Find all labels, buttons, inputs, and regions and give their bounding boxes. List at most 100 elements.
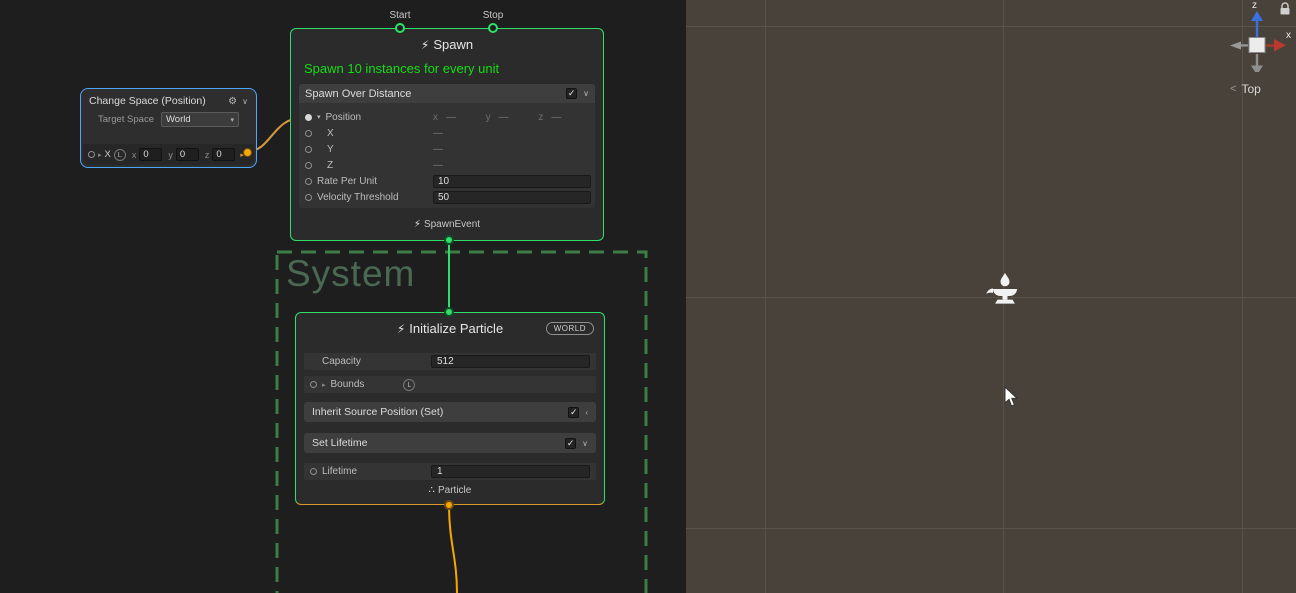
row-value: —	[433, 128, 443, 139]
position-output-port[interactable]	[243, 148, 252, 157]
spawn-output-label: ⚡SpawnEvent	[291, 219, 603, 230]
spawn-row-rate-per-unit: Rate Per Unit 10	[299, 173, 595, 189]
velocity-threshold-input[interactable]: 50	[433, 191, 591, 204]
rate-per-unit-port[interactable]	[305, 178, 312, 185]
initialize-particle-node[interactable]: ⚡Initialize Particle WORLD Capacity 512 …	[295, 312, 605, 505]
system-group-label: System	[286, 253, 415, 295]
check-icon: ✓	[567, 439, 575, 448]
row-label: Rate Per Unit	[317, 176, 377, 187]
expand-arrow-icon[interactable]: ▸	[322, 381, 326, 389]
space-link-icon[interactable]: L	[114, 149, 126, 161]
spawn-row-position: ▾ Position x— y— z—	[299, 109, 595, 125]
row-label: Velocity Threshold	[317, 192, 399, 203]
vfx-graph-canvas[interactable]: System Start Stop ⚡Spawn Spawn 10 instan…	[0, 0, 686, 593]
bounds-link-icon[interactable]: L	[403, 379, 415, 391]
lifetime-input[interactable]: 1	[431, 465, 590, 478]
stop-flow-port[interactable]	[488, 23, 498, 33]
gear-icon[interactable]: ⚙	[228, 96, 237, 107]
check-icon: ✓	[568, 89, 576, 98]
spawn-row-velocity-threshold: Velocity Threshold 50	[299, 189, 595, 205]
capacity-input[interactable]: 512	[431, 355, 590, 368]
set-lifetime-block[interactable]: Set Lifetime ✓ ∨	[304, 433, 596, 453]
x-input-port[interactable]	[305, 130, 312, 137]
row-value: —	[433, 160, 443, 171]
axis-y-group: y—	[486, 112, 539, 123]
grid-line	[686, 26, 1296, 27]
expand-arrow-icon[interactable]: ▸	[98, 151, 102, 159]
z-value-field[interactable]: 0	[212, 148, 235, 161]
bounds-label: Bounds	[331, 379, 365, 390]
chevron-down-icon[interactable]: ∨	[582, 439, 588, 448]
visual-effect-gizmo-icon[interactable]	[986, 272, 1022, 308]
chevron-down-icon[interactable]: ∨	[583, 89, 589, 98]
row-label: Y	[327, 144, 334, 155]
rate-per-unit-input[interactable]: 10	[433, 175, 591, 188]
unity-vfx-graph-window: System Start Stop ⚡Spawn Spawn 10 instan…	[0, 0, 1296, 593]
lightning-icon: ⚡	[397, 322, 405, 336]
back-arrow-icon: <	[1230, 83, 1236, 95]
target-space-row: Target Space World ▾	[81, 109, 256, 127]
dropdown-arrow-icon: ▾	[230, 116, 234, 124]
change-space-node[interactable]: Change Space (Position) ⚙ ∨ Target Space…	[80, 88, 257, 168]
x-value-field[interactable]: 0	[139, 148, 162, 161]
y-input-port[interactable]	[305, 146, 312, 153]
axis-gizmo-icon[interactable]	[1220, 8, 1290, 72]
axis-value: —	[499, 112, 509, 123]
block-header[interactable]: Spawn Over Distance ✓ ∨	[299, 84, 595, 103]
view-orientation-label[interactable]: < Top	[1230, 82, 1261, 96]
target-space-label: Target Space	[98, 114, 154, 125]
axis-letter: y	[486, 112, 491, 123]
target-space-dropdown[interactable]: World ▾	[161, 112, 239, 127]
block-title: Spawn Over Distance	[305, 88, 560, 100]
lock-icon[interactable]	[1279, 2, 1291, 16]
particle-output-port[interactable]	[444, 500, 454, 510]
initialize-input-port[interactable]	[444, 307, 454, 317]
position-input-port[interactable]	[305, 114, 312, 121]
inherit-source-position-block[interactable]: Inherit Source Position (Set) ✓ ‹	[304, 402, 596, 422]
chevron-left-icon[interactable]: ‹	[585, 408, 588, 417]
change-space-title: Change Space (Position)	[89, 95, 223, 107]
spawn-context-node[interactable]: ⚡Spawn Spawn 10 instances for every unit…	[290, 28, 604, 241]
spawn-row-z: Z —	[299, 157, 595, 173]
block-enabled-checkbox[interactable]: ✓	[565, 438, 576, 449]
grid-line	[686, 528, 1296, 529]
change-space-header[interactable]: Change Space (Position) ⚙ ∨	[81, 89, 256, 109]
bounds-row: ▸ Bounds L	[304, 376, 596, 393]
spawnevent-output-port[interactable]	[444, 235, 454, 245]
output-label-text: Particle	[438, 485, 471, 496]
target-space-value: World	[166, 114, 230, 125]
spawn-over-distance-block[interactable]: Spawn Over Distance ✓ ∨ ▾ Position x— y—…	[299, 84, 595, 208]
foldout-icon[interactable]: ▾	[317, 113, 321, 121]
axis-letter: z	[538, 112, 543, 123]
check-icon: ✓	[570, 408, 578, 417]
axis-letter: y	[168, 150, 173, 160]
initialize-title-text: Initialize Particle	[409, 321, 503, 336]
lightning-icon: ⚡	[414, 219, 421, 230]
scene-view[interactable]: z x < Top	[686, 0, 1296, 593]
lifetime-label: Lifetime	[322, 466, 357, 477]
spawn-node-title: ⚡Spawn	[291, 37, 603, 52]
block-enabled-checkbox[interactable]: ✓	[566, 88, 577, 99]
lifetime-row: Lifetime 1	[304, 463, 596, 480]
x-axis-label: x	[1286, 30, 1291, 41]
bounds-input-port[interactable]	[310, 381, 317, 388]
spawn-row-x: X —	[299, 125, 595, 141]
y-value-field[interactable]: 0	[176, 148, 199, 161]
start-flow-port[interactable]	[395, 23, 405, 33]
axis-x-group: x—	[433, 112, 486, 123]
spawn-stop-label: Stop	[471, 10, 515, 21]
world-space-badge: WORLD	[546, 322, 594, 335]
axis-letter: x	[433, 112, 438, 123]
lifetime-input-port[interactable]	[310, 468, 317, 475]
orientation-text: Top	[1241, 82, 1260, 96]
axis-letter: z	[205, 150, 210, 160]
capacity-label: Capacity	[322, 356, 361, 367]
x-input-port[interactable]	[88, 151, 95, 158]
chevron-down-icon[interactable]: ∨	[242, 97, 248, 106]
capacity-row: Capacity 512	[304, 353, 596, 370]
position-fields: x— y— z —	[433, 110, 591, 124]
particle-output-label: ∴Particle	[296, 485, 604, 496]
block-enabled-checkbox[interactable]: ✓	[568, 407, 579, 418]
z-input-port[interactable]	[305, 162, 312, 169]
velocity-threshold-port[interactable]	[305, 194, 312, 201]
